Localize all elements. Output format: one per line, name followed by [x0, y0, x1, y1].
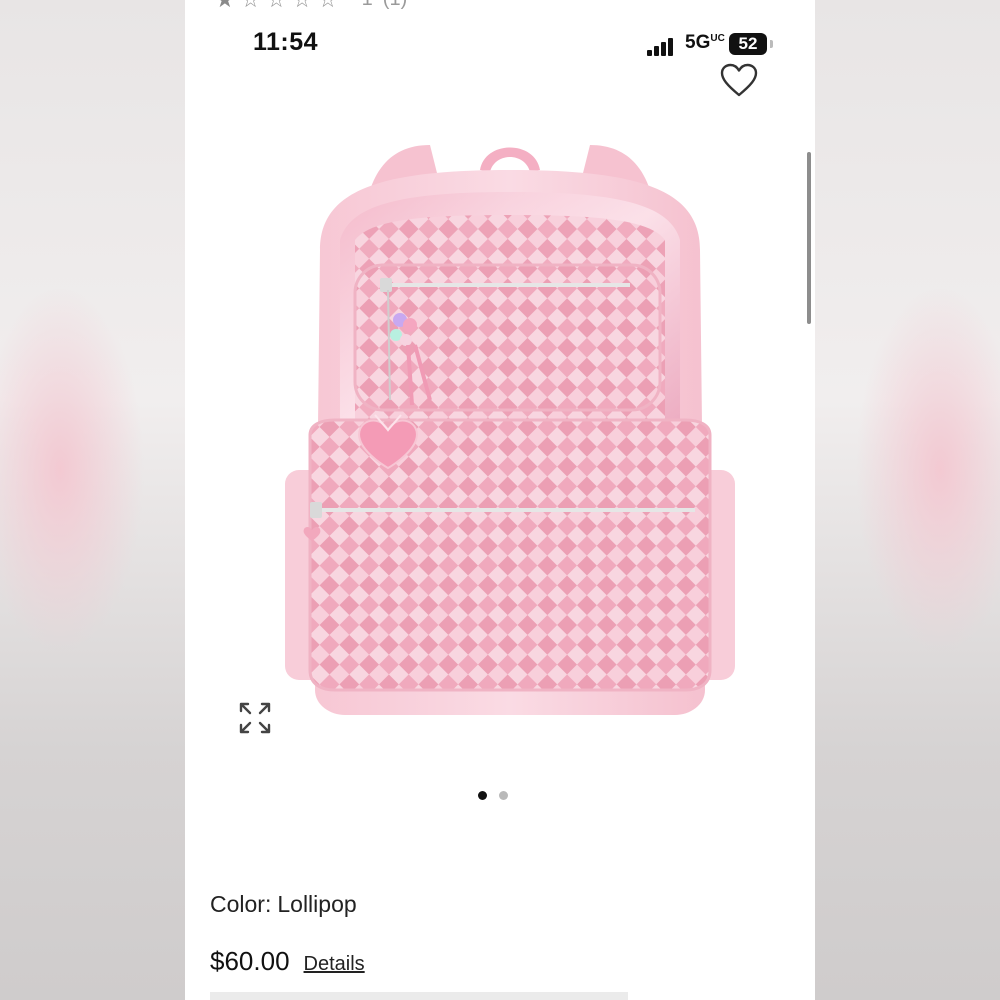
price-row: $60.00 Details	[210, 946, 365, 977]
signal-bars-icon	[647, 36, 677, 56]
star-empty-icon: ☆	[318, 0, 338, 11]
star-empty-icon: ☆	[241, 0, 261, 11]
color-value: Lollipop	[277, 891, 357, 917]
price: $60.00	[210, 946, 290, 976]
details-link[interactable]: Details	[304, 953, 365, 976]
scrollbar[interactable]	[807, 152, 811, 324]
favorite-heart-icon[interactable]	[719, 62, 759, 98]
phone-screen: ★ ☆ ☆ ☆ ☆ 1 (1) 11:54 5GUC 52	[185, 0, 815, 1000]
rating-count: 1	[362, 0, 373, 11]
rating-row: ★ ☆ ☆ ☆ ☆ 1 (1)	[215, 0, 407, 11]
color-selection: Color: Lollipop	[210, 891, 357, 918]
star-empty-icon: ☆	[292, 0, 312, 11]
carousel-dot-2[interactable]	[499, 791, 508, 800]
battery-level: 52	[738, 34, 758, 53]
carousel-dot-1[interactable]	[478, 791, 487, 800]
clipped-banner	[210, 992, 628, 1000]
status-bar: 11:54 5GUC 52	[185, 24, 815, 64]
carousel-dots	[478, 791, 508, 800]
color-label: Color:	[210, 891, 272, 917]
status-time: 11:54	[253, 28, 319, 56]
battery-tip	[770, 40, 773, 48]
battery-icon: 52	[729, 33, 767, 55]
rating-count-paren[interactable]: (1)	[383, 0, 407, 11]
star-filled-icon: ★	[215, 0, 235, 11]
network-indicator: 5GUC	[685, 32, 725, 53]
expand-arrows-icon[interactable]	[237, 700, 273, 736]
star-empty-icon: ☆	[266, 0, 286, 11]
product-image[interactable]	[280, 130, 740, 770]
